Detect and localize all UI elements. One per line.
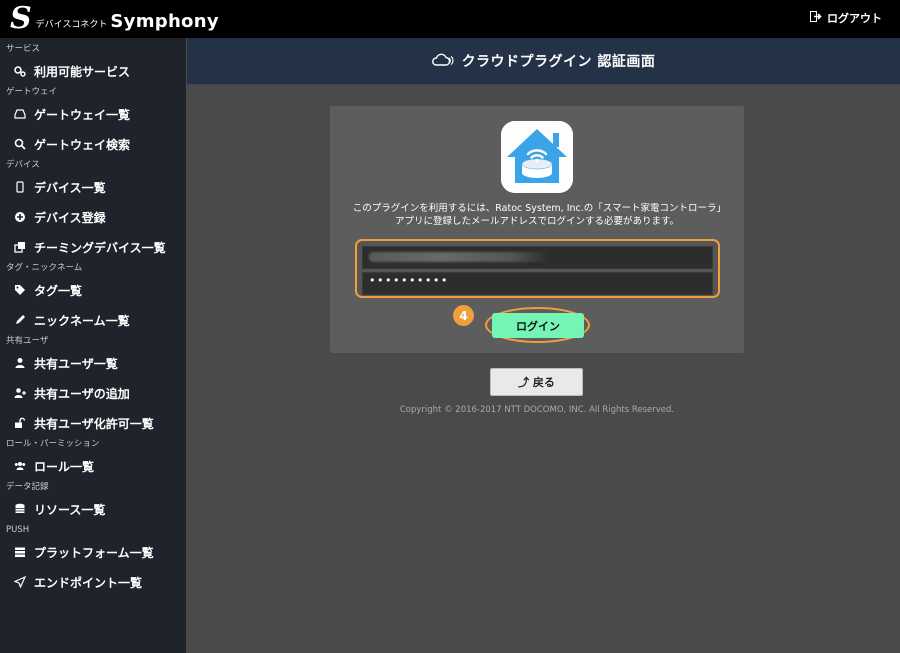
sidebar-item-label: ニックネーム一覧 (34, 313, 130, 328)
sidebar-item-label: 共有ユーザの追加 (34, 386, 130, 401)
sidebar-item-label: ロール一覧 (34, 459, 95, 474)
sidebar-item-shared-user-list[interactable]: 共有ユーザ一覧 (0, 348, 186, 378)
app-logo[interactable]: S デバイスコネクト Symphony (10, 2, 219, 36)
sidebar-item-label: チーミングデバイス一覧 (34, 240, 166, 255)
sign-out-icon (810, 11, 822, 25)
gears-icon (13, 64, 27, 78)
login-button[interactable]: ログイン (492, 313, 584, 338)
cloud-icon (431, 52, 454, 71)
top-bar: S デバイスコネクト Symphony ログアウト (0, 0, 900, 38)
sidebar-item-device-list[interactable]: デバイス一覧 (0, 172, 186, 202)
sidebar-item-label: デバイス登録 (34, 210, 106, 225)
sidebar-section-title: サービス (6, 44, 41, 54)
tags-icon (13, 283, 27, 297)
sidebar-item-label: エンドポイント一覧 (34, 575, 143, 590)
logo-mark: S (10, 1, 32, 36)
clone-icon (13, 240, 27, 254)
sidebar-section-title: データ記録 (6, 482, 49, 492)
page-title: クラウドプラグイン 認証画面 (461, 54, 656, 70)
sidebar-section-title: デバイス (6, 160, 40, 170)
user-icon (13, 356, 27, 370)
sidebar-item-label: ゲートウェイ一覧 (34, 107, 131, 122)
sidebar-item-role-list[interactable]: ロール一覧 (0, 451, 186, 481)
sidebar-item-label: デバイス一覧 (34, 180, 106, 195)
sidebar-item-label: プラットフォーム一覧 (34, 545, 154, 560)
hdd-icon (13, 107, 27, 121)
sidebar-item-label: ゲートウェイ検索 (34, 137, 131, 152)
sidebar-item-gateway-search[interactable]: ゲートウェイ検索 (0, 129, 186, 159)
login-description: このプラグインを利用するには、Ratoc System, Inc.の「スマート家… (352, 203, 722, 227)
back-button[interactable]: ⤴ 戻る (490, 368, 583, 396)
copyright-text: Copyright © 2016-2017 NTT DOCOMO, INC. A… (399, 405, 675, 415)
page-header: クラウドプラグイン 認証画面 (187, 38, 900, 85)
plugin-app-icon (501, 121, 573, 193)
sidebar-item-resource-list[interactable]: リソース一覧 (0, 494, 186, 524)
sidebar-item-add-shared-user[interactable]: 共有ユーザの追加 (0, 378, 186, 408)
sidebar-item-label: タグ一覧 (34, 283, 83, 298)
sidebar-item-device-register[interactable]: デバイス登録 (0, 202, 186, 232)
sidebar-section-title: タグ・ニックネーム (6, 263, 83, 273)
logo-title: Symphony (110, 10, 219, 32)
pencil-icon (13, 313, 27, 327)
sidebar-item-label: 共有ユーザ一覧 (34, 356, 118, 371)
search-icon (13, 137, 27, 151)
users-icon (13, 459, 27, 473)
sidebar-item-endpoint-list[interactable]: エンドポイント一覧 (0, 567, 186, 597)
sidebar-item-label: リソース一覧 (34, 502, 106, 517)
sidebar-item-nickname-list[interactable]: ニックネーム一覧 (0, 305, 186, 335)
sidebar-item-shared-user-permission-list[interactable]: 共有ユーザ化許可一覧 (0, 408, 186, 438)
logo-subtitle: デバイスコネクト (35, 19, 108, 30)
auth-panel: このプラグインを利用するには、Ratoc System, Inc.の「スマート家… (330, 106, 744, 353)
sidebar-item-tag-list[interactable]: タグ一覧 (0, 275, 186, 305)
blurred-email-value (369, 252, 549, 262)
sidebar-section-title: ロール・パーミッション (6, 439, 100, 449)
sidebar: サービス 利用可能サービス ゲートウェイ ゲートウェイ一覧 ゲートウェイ検索 デ… (0, 38, 186, 653)
sidebar-item-label: 共有ユーザ化許可一覧 (34, 416, 154, 431)
step-badge: 4 (453, 305, 474, 326)
paper-plane-icon (13, 575, 27, 589)
sidebar-item-platform-list[interactable]: プラットフォーム一覧 (0, 537, 186, 567)
database-icon (13, 502, 27, 516)
sidebar-item-teaming-device-list[interactable]: チーミングデバイス一覧 (0, 232, 186, 262)
sidebar-section-title: ゲートウェイ (6, 87, 58, 97)
logout-label: ログアウト (827, 12, 882, 25)
sidebar-item-gateway-list[interactable]: ゲートウェイ一覧 (0, 99, 186, 129)
sidebar-section-title: 共有ユーザ (6, 336, 49, 346)
sidebar-section-title: PUSH (6, 525, 30, 535)
user-plus-icon (13, 386, 27, 400)
logout-button[interactable]: ログアウト (810, 10, 882, 26)
unlock-icon (13, 416, 27, 430)
password-value: •••••••••• (369, 274, 449, 287)
sidebar-item-available-services[interactable]: 利用可能サービス (0, 56, 186, 86)
sidebar-item-label: 利用可能サービス (34, 64, 131, 79)
mobile-icon (13, 180, 27, 194)
plus-circle-icon (13, 210, 27, 224)
credentials-highlight: •••••••••• (355, 239, 720, 298)
server-icon (13, 545, 27, 559)
